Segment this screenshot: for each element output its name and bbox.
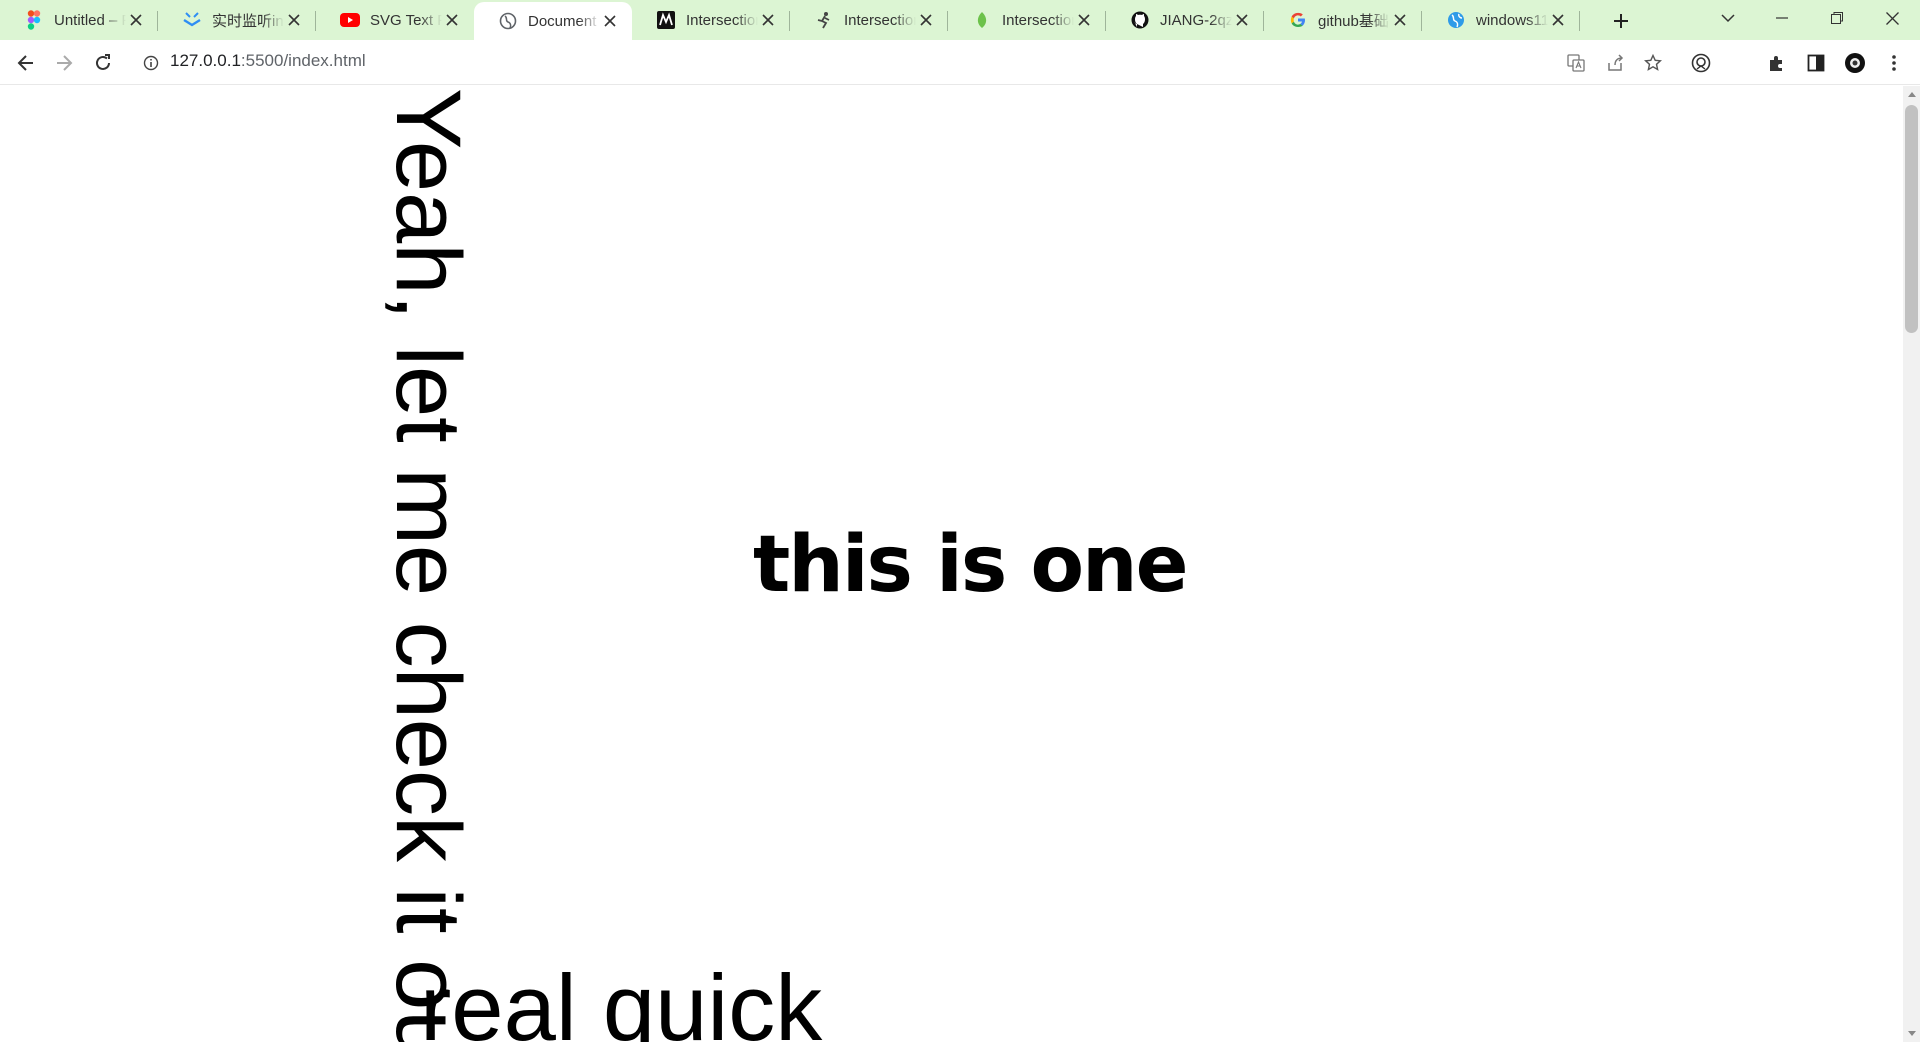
close-window-button[interactable] <box>1864 0 1920 36</box>
caret-down-icon <box>1907 1031 1916 1036</box>
tab-document[interactable]: Document <box>474 2 632 40</box>
globe-blue-icon <box>1446 10 1466 30</box>
side-panel-button[interactable] <box>1800 47 1832 79</box>
arrow-right-icon <box>57 55 73 71</box>
plus-icon <box>1614 14 1628 28</box>
tab-intersection-1[interactable]: Intersection Observer <box>632 0 790 40</box>
address-bar[interactable]: 127.0.0.1:5500/index.html <box>170 51 366 71</box>
tab-strip: Untitled – Figma 实时监听input SVG Text Path… <box>0 0 1920 40</box>
tab-svg-text-path[interactable]: SVG Text Path <box>316 0 474 40</box>
tab-windows11[interactable]: windows11 <box>1422 0 1580 40</box>
restore-icon <box>1831 12 1843 24</box>
tab-title: JIANG-2qzzz <box>1160 11 1232 29</box>
close-icon[interactable] <box>600 11 620 31</box>
url-host: 127.0.0.1 <box>170 51 241 70</box>
close-icon[interactable] <box>916 10 936 30</box>
stick-figure-icon <box>814 10 834 30</box>
youtube-icon <box>340 10 360 30</box>
tab-title: SVG Text Path <box>370 11 442 29</box>
google-icon <box>1288 10 1308 30</box>
tab-title: Untitled – Figma <box>54 11 126 29</box>
tab-separator <box>1579 11 1580 31</box>
info-icon <box>143 55 159 71</box>
figma-icon <box>24 10 44 30</box>
caret-up-icon <box>1907 92 1916 97</box>
forward-button[interactable] <box>48 47 80 79</box>
close-icon[interactable] <box>1390 10 1410 30</box>
tab-title: Document <box>528 12 597 30</box>
share-button[interactable] <box>1599 47 1631 79</box>
translate-icon <box>1567 54 1585 72</box>
star-icon <box>1644 54 1662 71</box>
vertical-scrollbar[interactable] <box>1903 86 1920 1042</box>
bold-heading: this is one <box>753 520 1188 610</box>
bottom-text: real quick <box>420 955 823 1042</box>
tab-github-profile[interactable]: JIANG-2qzzz <box>1106 0 1264 40</box>
close-icon[interactable] <box>442 10 462 30</box>
back-button[interactable] <box>10 47 42 79</box>
translate-button[interactable] <box>1560 47 1592 79</box>
close-icon[interactable] <box>758 10 778 30</box>
tab-figma[interactable]: Untitled – Figma <box>0 0 158 40</box>
close-icon[interactable] <box>1548 10 1568 30</box>
puzzle-icon <box>1770 56 1782 71</box>
leaf-icon <box>972 10 992 30</box>
scroll-down-button[interactable] <box>1903 1025 1920 1042</box>
extension-face-icon <box>1691 53 1711 73</box>
scroll-thumb[interactable] <box>1905 105 1918 333</box>
tab-intersection-3[interactable]: Intersection Observer <box>948 0 1106 40</box>
tab-intersection-2[interactable]: Intersection Observer <box>790 0 948 40</box>
url-path: :5500/index.html <box>240 51 366 70</box>
restore-button[interactable] <box>1809 0 1865 36</box>
tab-title: 实时监听input <box>212 12 284 30</box>
side-panel-icon <box>1807 54 1825 72</box>
bilibili-tv-icon <box>182 10 202 30</box>
minimize-button[interactable] <box>1754 0 1810 36</box>
menu-button[interactable] <box>1878 47 1910 79</box>
kebab-menu-icon <box>1892 55 1896 71</box>
scroll-up-button[interactable] <box>1903 86 1920 103</box>
minimize-icon <box>1776 17 1788 19</box>
tab-github-basics[interactable]: github基础用法 <box>1264 0 1422 40</box>
tab-title: github基础用法 <box>1318 12 1390 30</box>
reload-button[interactable] <box>87 47 119 79</box>
share-icon <box>1608 54 1624 71</box>
close-icon[interactable] <box>1074 10 1094 30</box>
bookmark-button[interactable] <box>1637 47 1669 79</box>
tab-input-listener[interactable]: 实时监听input <box>158 0 316 40</box>
globe-icon <box>498 11 518 31</box>
close-icon <box>1885 11 1899 25</box>
tab-title: Intersection Observer <box>686 11 758 29</box>
reload-icon <box>96 54 110 70</box>
arrow-left-icon <box>17 55 33 71</box>
m-logo-icon <box>656 10 676 30</box>
vertical-text: Yeah, let me check it out <box>377 88 479 1042</box>
new-tab-button[interactable] <box>1606 6 1636 36</box>
close-icon[interactable] <box>284 10 304 30</box>
tab-search-button[interactable] <box>1700 0 1756 36</box>
extensions-menu-button[interactable] <box>1761 47 1793 79</box>
tab-title: Intersection Observer <box>1002 11 1074 29</box>
chevron-down-icon <box>1721 14 1735 23</box>
github-icon <box>1130 10 1150 30</box>
page-viewport: Yeah, let me check it out this is one re… <box>0 86 1903 1042</box>
close-icon[interactable] <box>126 10 146 30</box>
close-icon[interactable] <box>1232 10 1252 30</box>
tab-title: Intersection Observer <box>844 11 916 29</box>
profile-avatar[interactable] <box>1839 47 1871 79</box>
browser-toolbar: 127.0.0.1:5500/index.html <box>0 40 1920 85</box>
extension-button[interactable] <box>1685 47 1717 79</box>
site-info-button[interactable] <box>135 47 167 79</box>
avatar-icon <box>1845 53 1865 73</box>
tab-title: windows11 <box>1476 11 1548 29</box>
